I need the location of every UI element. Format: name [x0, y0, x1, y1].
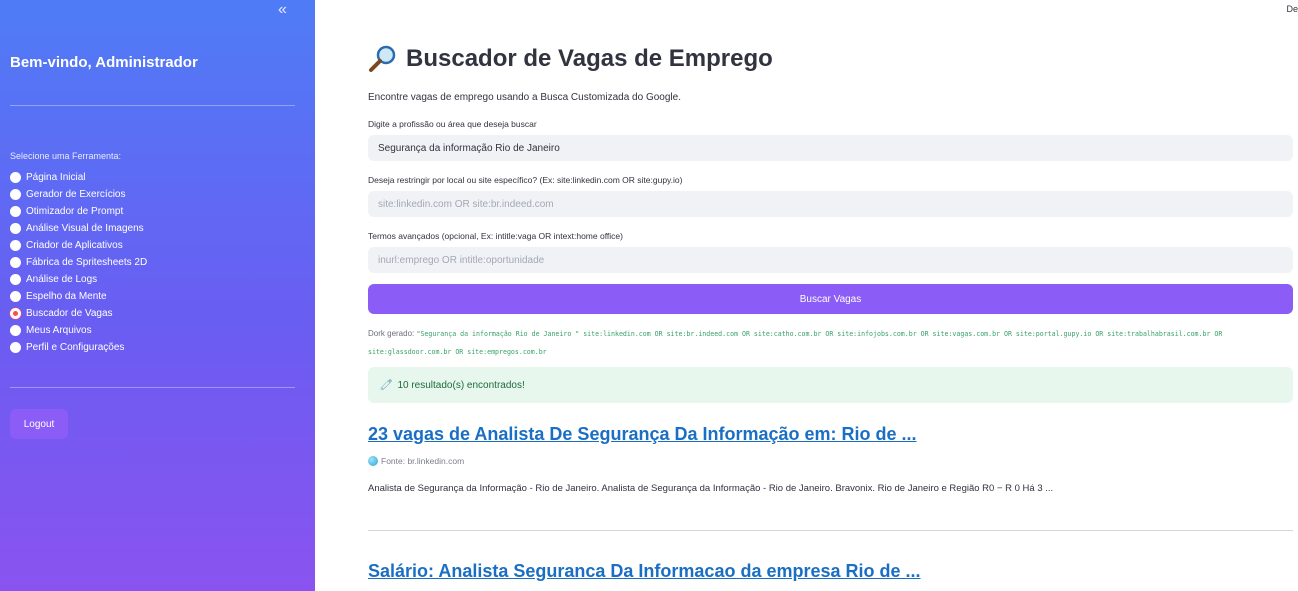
- result-snippet: Analista de Segurança da Informação - Ri…: [368, 483, 1054, 494]
- success-message: 10 resultado(s) encontrados!: [397, 379, 525, 391]
- tool-option[interactable]: Análise Visual de Imagens: [10, 220, 147, 237]
- tool-select-label: Selecione uma Ferramenta:: [10, 151, 122, 161]
- success-alert: 🧷 10 resultado(s) encontrados!: [368, 367, 1293, 403]
- radio-icon[interactable]: [10, 325, 21, 336]
- radio-icon[interactable]: [10, 291, 21, 302]
- site-filter-input[interactable]: [368, 191, 1293, 217]
- tool-option-label: Buscador de Vagas: [26, 308, 113, 319]
- tool-option-label: Análise Visual de Imagens: [26, 223, 144, 234]
- radio-icon[interactable]: [10, 274, 21, 285]
- sidebar: « Bem-vindo, Administrador Selecione uma…: [0, 0, 315, 591]
- tool-option[interactable]: Espelho da Mente: [10, 288, 147, 305]
- pill-icon: 🧷: [380, 379, 393, 391]
- generated-dork: Dork gerado: "Segurança da informação Ri…: [368, 325, 1293, 361]
- welcome-heading: Bem-vindo, Administrador: [10, 54, 198, 71]
- tool-option[interactable]: Análise de Logs: [10, 271, 147, 288]
- tool-radio-group: Página Inicial Gerador de Exercícios Otimi…: [10, 169, 147, 356]
- radio-selected-icon[interactable]: [10, 308, 21, 319]
- radio-icon[interactable]: [10, 189, 21, 200]
- tool-option[interactable]: Otimizador de Prompt: [10, 203, 147, 220]
- radio-icon[interactable]: [10, 206, 21, 217]
- search-jobs-button[interactable]: Buscar Vagas: [368, 284, 1293, 314]
- sidebar-divider: [10, 387, 295, 388]
- tool-option-label: Gerador de Exercícios: [26, 189, 126, 200]
- tool-option-label: Página Inicial: [26, 172, 86, 183]
- radio-icon[interactable]: [10, 223, 21, 234]
- advanced-terms-input[interactable]: [368, 247, 1293, 273]
- tool-option-label: Análise de Logs: [26, 274, 98, 285]
- sidebar-divider: [10, 105, 295, 106]
- radio-icon[interactable]: [10, 172, 21, 183]
- tool-option[interactable]: Perfil e Configurações: [10, 339, 147, 356]
- result-title-link[interactable]: 23 vagas de Analista De Segurança Da Inf…: [368, 424, 917, 445]
- tool-option[interactable]: Gerador de Exercícios: [10, 186, 147, 203]
- tool-option-label: Espelho da Mente: [26, 291, 107, 302]
- result-source-text: Fonte: br.linkedin.com: [381, 456, 465, 466]
- advanced-terms-label: Termos avançados (opcional, Ex: intitle:…: [368, 231, 623, 241]
- globe-icon: [368, 456, 378, 466]
- tool-option[interactable]: Meus Arquivos: [10, 322, 147, 339]
- tool-option-label: Meus Arquivos: [26, 325, 92, 336]
- result-source: Fonte: br.linkedin.com: [368, 456, 464, 466]
- dork-value: "Segurança da informação Rio de Janeiro …: [368, 330, 1223, 356]
- radio-icon[interactable]: [10, 257, 21, 268]
- tool-option-label: Fábrica de Spritesheets 2D: [26, 257, 148, 268]
- result-title-link[interactable]: Salário: Analista Seguranca Da Informaca…: [368, 561, 921, 582]
- dork-label: Dork gerado:: [368, 329, 415, 338]
- tool-option[interactable]: Fábrica de Spritesheets 2D: [10, 254, 147, 271]
- tool-option-label: Perfil e Configurações: [26, 342, 125, 353]
- tool-option[interactable]: Buscador de Vagas: [10, 305, 147, 322]
- profession-input[interactable]: [368, 135, 1293, 161]
- radio-icon[interactable]: [10, 342, 21, 353]
- page-title-text: Buscador de Vagas de Emprego: [406, 45, 773, 72]
- profession-label: Digite a profissão ou área que deseja bu…: [368, 119, 537, 129]
- site-filter-label: Deseja restringir por local ou site espe…: [368, 175, 683, 185]
- tool-option[interactable]: Página Inicial: [10, 169, 147, 186]
- page-subtitle: Encontre vagas de emprego usando a Busca…: [368, 92, 681, 103]
- collapse-sidebar-icon[interactable]: «: [278, 1, 287, 19]
- logout-button[interactable]: Logout: [10, 409, 68, 439]
- tool-option[interactable]: Criador de Aplicativos: [10, 237, 147, 254]
- tool-option-label: Otimizador de Prompt: [26, 206, 124, 217]
- result-divider: [368, 530, 1293, 531]
- deploy-button[interactable]: De: [1286, 4, 1298, 14]
- magnifying-glass-icon: [369, 45, 396, 72]
- radio-icon[interactable]: [10, 240, 21, 251]
- tool-option-label: Criador de Aplicativos: [26, 240, 123, 251]
- page-title: Buscador de Vagas de Emprego: [368, 44, 773, 74]
